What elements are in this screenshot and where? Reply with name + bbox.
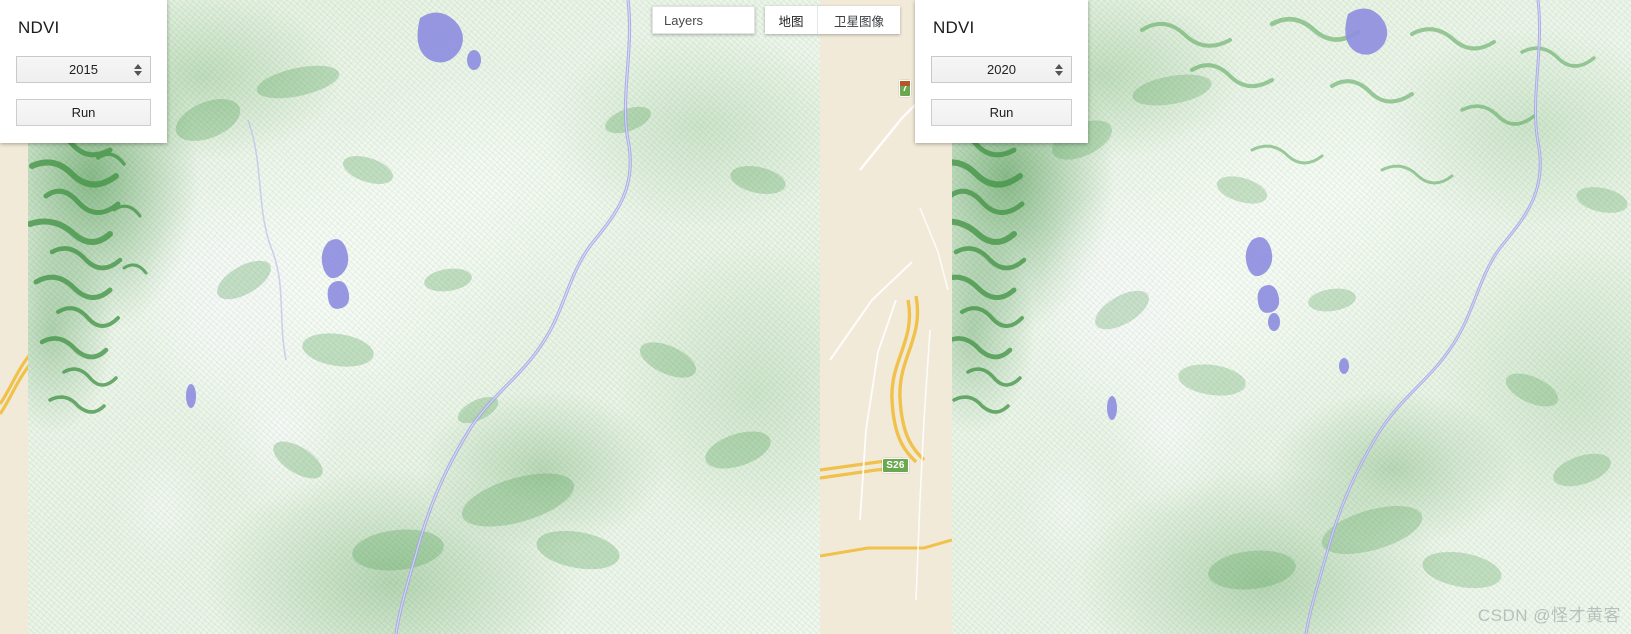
maptype-toggle-group[interactable]: 地图 卫星图像: [765, 6, 900, 34]
run-button-left[interactable]: Run: [16, 99, 151, 126]
app-root: S26 7 NDVI 2015 Run NDVI 2020 Run Layers…: [0, 0, 1631, 634]
year-select-right-value: 2020: [987, 62, 1016, 77]
maptype-button-satellite[interactable]: 卫星图像: [818, 6, 900, 34]
year-select-left[interactable]: 2015: [16, 56, 151, 83]
spinner-arrows-icon[interactable]: [1055, 63, 1063, 76]
year-select-right[interactable]: 2020: [931, 56, 1072, 83]
ndvi-panel-left: NDVI 2015 Run: [0, 0, 167, 143]
page-title-right: NDVI: [933, 18, 975, 37]
chevron-down-icon[interactable]: [1055, 70, 1063, 76]
maptype-button-map[interactable]: 地图: [765, 6, 817, 34]
chevron-up-icon[interactable]: [134, 63, 142, 69]
year-select-left-value: 2015: [69, 62, 98, 77]
layers-label: Layers: [664, 12, 704, 28]
spinner-arrows-icon[interactable]: [134, 63, 142, 76]
page-title-left: NDVI: [18, 18, 60, 37]
ndvi-panel-right: NDVI 2020 Run: [915, 0, 1088, 143]
run-button-right[interactable]: Run: [931, 99, 1072, 126]
road-shield-s26: S26: [882, 458, 909, 473]
chevron-down-icon[interactable]: [134, 70, 142, 76]
road-shield-7-cap: [899, 80, 911, 86]
chevron-up-icon[interactable]: [1055, 63, 1063, 69]
layers-input[interactable]: Layers: [652, 6, 755, 34]
